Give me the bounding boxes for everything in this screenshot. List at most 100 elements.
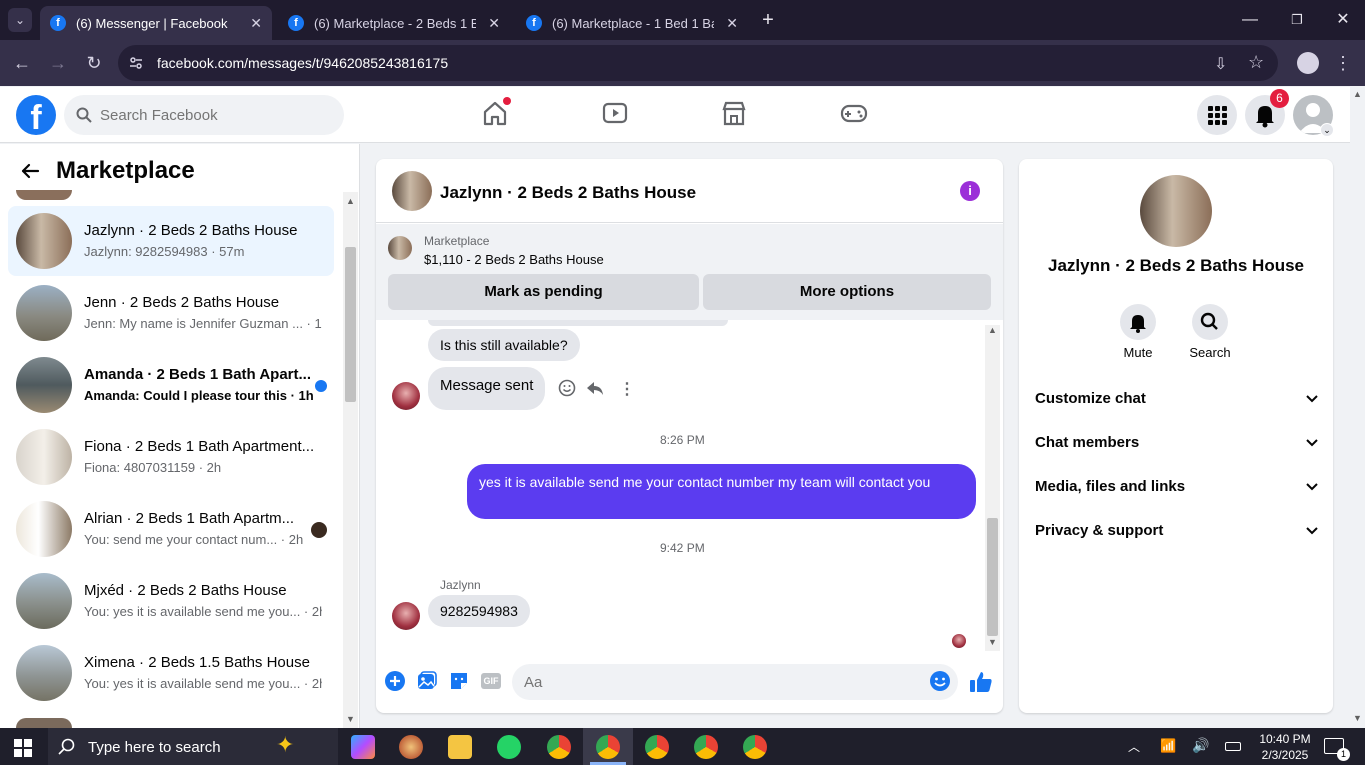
url-text[interactable]: facebook.com/messages/t/9462085243816175 bbox=[157, 55, 448, 71]
minimize-icon[interactable]: — bbox=[1238, 8, 1262, 32]
listing-title[interactable]: $1,110 - 2 Beds 2 Baths House bbox=[424, 252, 604, 267]
close-tab-icon[interactable]: ✕ bbox=[726, 15, 738, 32]
tab-marketplace-1[interactable]: f (6) Marketplace - 2 Beds 1 Bath ✕ bbox=[278, 6, 510, 40]
message-input[interactable] bbox=[524, 664, 914, 700]
back-arrow-icon[interactable] bbox=[20, 161, 40, 181]
close-window-icon[interactable]: ✕ bbox=[1331, 8, 1355, 32]
clock-date[interactable]: 2/3/2025 bbox=[1255, 748, 1315, 762]
search-conversation-button[interactable] bbox=[1192, 304, 1228, 340]
customize-chat-row[interactable]: Customize chat bbox=[1035, 378, 1319, 422]
conversation-item[interactable]: Fiona · 2 Beds 1 Bath Apartment... Fiona… bbox=[8, 422, 334, 492]
volume-icon[interactable]: 🔊 bbox=[1192, 737, 1209, 754]
message-bubble[interactable]: 9282594983 bbox=[428, 595, 530, 627]
chrome-menu-icon[interactable]: ⋮ bbox=[1331, 51, 1355, 75]
chrome-icon[interactable] bbox=[645, 735, 669, 759]
scroll-down-arrow-icon[interactable]: ▼ bbox=[346, 714, 355, 724]
facebook-search[interactable] bbox=[64, 95, 344, 135]
emoji-icon[interactable] bbox=[929, 670, 951, 692]
facebook-search-input[interactable] bbox=[100, 95, 330, 135]
message-composer[interactable] bbox=[512, 664, 958, 700]
react-emoji-icon[interactable] bbox=[558, 379, 576, 397]
chrome-icon[interactable] bbox=[743, 735, 767, 759]
mark-as-pending-button[interactable]: Mark as pending bbox=[388, 274, 699, 310]
chrome-icon[interactable] bbox=[596, 735, 620, 759]
video-icon[interactable] bbox=[601, 99, 631, 129]
sender-name: Jazlynn bbox=[440, 578, 481, 592]
chat-members-row[interactable]: Chat members bbox=[1035, 422, 1319, 466]
chat-scrollbar[interactable]: ▲ ▼ bbox=[985, 325, 1000, 651]
scroll-down-arrow-icon[interactable]: ▼ bbox=[1353, 713, 1362, 723]
reply-icon[interactable] bbox=[586, 379, 604, 397]
new-tab-plus-icon[interactable]: + bbox=[756, 8, 780, 32]
install-app-icon[interactable]: ⇩ bbox=[1214, 54, 1227, 74]
chat-scroll-thumb[interactable] bbox=[987, 518, 998, 636]
scroll-up-arrow-icon[interactable]: ▲ bbox=[346, 196, 355, 206]
sender-avatar[interactable] bbox=[392, 602, 420, 630]
omnibox[interactable]: facebook.com/messages/t/9462085243816175… bbox=[118, 45, 1278, 81]
forward-arrow-icon[interactable]: → bbox=[46, 51, 70, 75]
chrome-icon[interactable] bbox=[547, 735, 571, 759]
sent-message-bubble[interactable]: yes it is available send me your contact… bbox=[467, 464, 976, 519]
sender-avatar[interactable] bbox=[392, 382, 420, 410]
windows-taskbar: Type here to search ✦ ︿ 📶 🔊 10:40 PM 2/3… bbox=[0, 728, 1365, 765]
clock-time[interactable]: 10:40 PM bbox=[1255, 732, 1315, 746]
account-chevron-icon[interactable]: ⌄ bbox=[1320, 123, 1334, 137]
chat-title[interactable]: Jazlynn · 2 Beds 2 Baths House bbox=[440, 183, 696, 203]
marketplace-icon[interactable] bbox=[720, 99, 750, 129]
close-tab-icon[interactable]: ✕ bbox=[250, 15, 262, 32]
whatsapp-icon[interactable] bbox=[497, 735, 521, 759]
copilot-icon[interactable] bbox=[351, 735, 375, 759]
battery-icon[interactable] bbox=[1225, 742, 1241, 751]
menu-grid-button[interactable] bbox=[1197, 95, 1237, 135]
scroll-up-arrow-icon[interactable]: ▲ bbox=[988, 325, 997, 335]
scroll-down-arrow-icon[interactable]: ▼ bbox=[988, 637, 997, 647]
restore-icon[interactable]: ❐ bbox=[1285, 8, 1309, 32]
more-actions-icon[interactable]: ⋮ bbox=[619, 379, 635, 399]
taskbar-search[interactable]: Type here to search ✦ bbox=[48, 728, 338, 765]
paint-icon[interactable] bbox=[399, 735, 423, 759]
gif-icon[interactable]: GIF bbox=[480, 670, 504, 694]
mute-button[interactable] bbox=[1120, 304, 1156, 340]
tab-search-chevron-icon[interactable]: ⌄ bbox=[8, 8, 32, 32]
message-bubble[interactable]: Message sent bbox=[428, 367, 546, 410]
conversation-item[interactable]: Alrian · 2 Beds 1 Bath Apartm... You: se… bbox=[8, 494, 334, 564]
facebook-logo-icon[interactable]: f bbox=[16, 95, 56, 135]
sidebar-scrollbar[interactable]: ▲ ▼ bbox=[343, 192, 358, 728]
scroll-up-arrow-icon[interactable]: ▲ bbox=[1353, 89, 1362, 99]
notifications-button[interactable]: 6 bbox=[1245, 89, 1289, 135]
bell-icon bbox=[1130, 315, 1146, 333]
wifi-icon[interactable]: 📶 bbox=[1160, 738, 1176, 754]
info-icon[interactable]: i bbox=[960, 181, 980, 201]
chrome-icon[interactable] bbox=[694, 735, 718, 759]
sticker-icon[interactable] bbox=[448, 670, 472, 694]
chat-avatar[interactable] bbox=[392, 171, 432, 211]
add-more-icon[interactable] bbox=[384, 670, 408, 694]
conversation-item[interactable]: Jenn · 2 Beds 2 Baths House Jenn: My nam… bbox=[8, 278, 334, 348]
file-explorer-icon[interactable] bbox=[448, 735, 472, 759]
privacy-support-row[interactable]: Privacy & support bbox=[1035, 510, 1319, 554]
conversation-item[interactable]: Ximena · 2 Beds 1.5 Baths House You: yes… bbox=[8, 638, 334, 708]
sidebar-scroll-thumb[interactable] bbox=[345, 247, 356, 402]
gaming-icon[interactable] bbox=[840, 99, 870, 129]
conversation-item[interactable]: Amanda · 2 Beds 1 Bath Apart... Amanda: … bbox=[8, 350, 334, 420]
bookmark-star-icon[interactable]: ☆ bbox=[1248, 52, 1264, 73]
tab-messenger[interactable]: f (6) Messenger | Facebook ✕ bbox=[40, 6, 272, 40]
attach-image-icon[interactable] bbox=[416, 670, 440, 694]
reload-icon[interactable]: ↻ bbox=[82, 51, 106, 75]
more-options-button[interactable]: More options bbox=[703, 274, 991, 310]
conversation-preview: You: yes it is available send me you... … bbox=[84, 604, 322, 619]
tab-marketplace-2[interactable]: f (6) Marketplace - 1 Bed 1 Bath A ✕ bbox=[516, 6, 748, 40]
windows-start-icon[interactable] bbox=[14, 739, 32, 757]
close-tab-icon[interactable]: ✕ bbox=[488, 15, 500, 32]
conversation-item[interactable]: Mjxéd · 2 Beds 2 Baths House You: yes it… bbox=[8, 566, 334, 636]
tray-chevron-up-icon[interactable]: ︿ bbox=[1128, 738, 1140, 755]
page-scrollbar[interactable]: ▲ ▼ bbox=[1350, 87, 1365, 728]
back-arrow-icon[interactable]: ← bbox=[10, 51, 34, 75]
home-icon[interactable] bbox=[481, 97, 511, 129]
message-bubble[interactable]: Is this still available? bbox=[428, 329, 580, 361]
thumbs-up-icon[interactable] bbox=[969, 670, 993, 694]
media-files-links-row[interactable]: Media, files and links bbox=[1035, 466, 1319, 510]
profile-avatar-icon[interactable] bbox=[1297, 52, 1319, 74]
site-settings-icon[interactable] bbox=[129, 56, 143, 70]
conversation-item[interactable]: Jazlynn · 2 Beds 2 Baths House Jazlynn: … bbox=[8, 206, 334, 276]
